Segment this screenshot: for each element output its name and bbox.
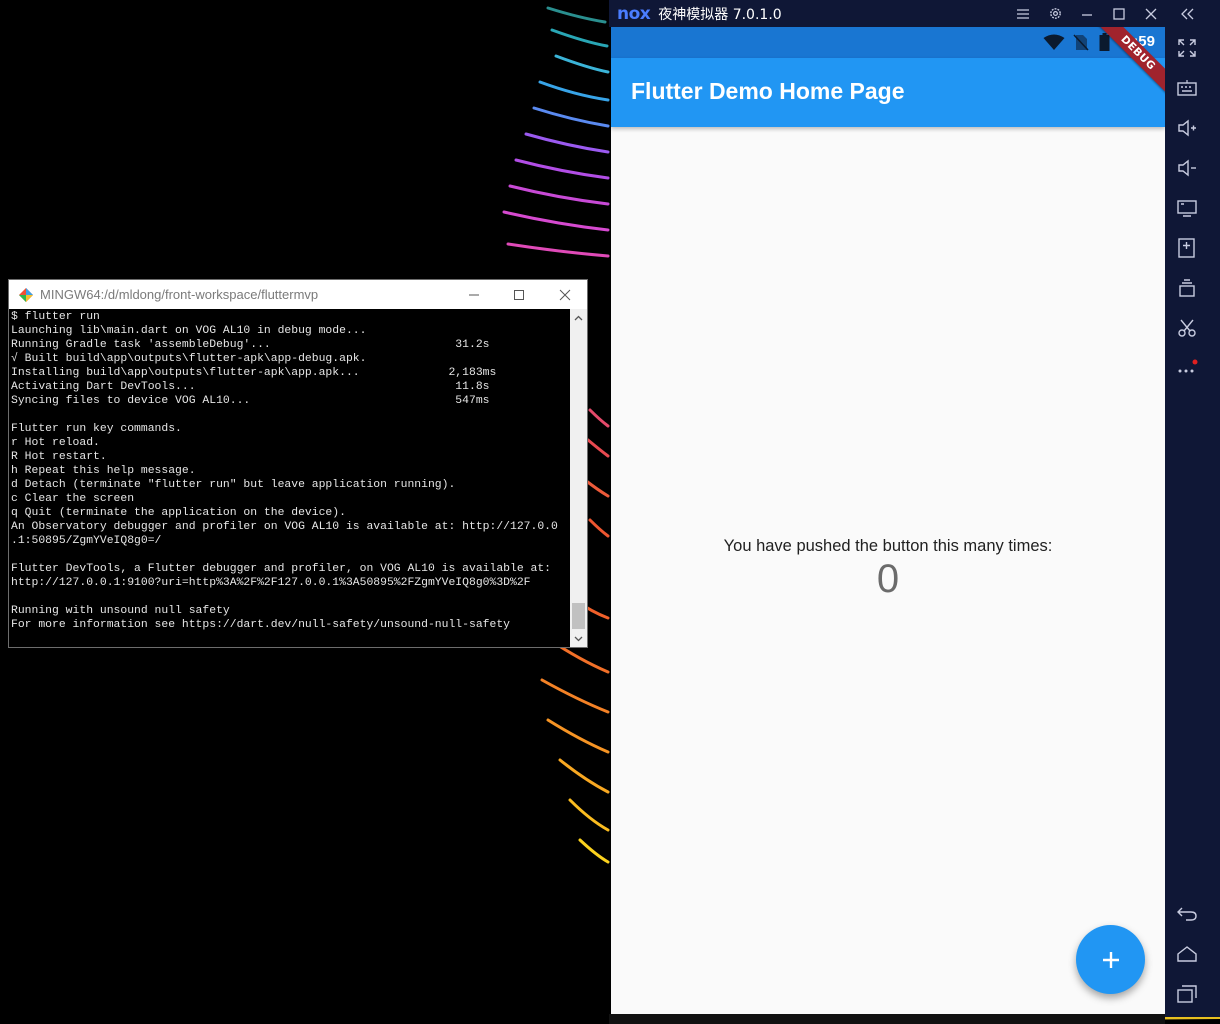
fullscreen-button[interactable] xyxy=(1173,34,1201,62)
chevron-down-icon xyxy=(574,636,583,641)
install-apk-icon xyxy=(1178,238,1195,258)
multi-instance-icon xyxy=(1179,279,1195,297)
terminal-scrollbar[interactable] xyxy=(570,309,587,647)
terminal-line: r Hot reload. xyxy=(11,437,100,449)
keyboard-button[interactable] xyxy=(1173,74,1201,102)
minimize-button[interactable] xyxy=(451,280,497,309)
terminal-output[interactable]: $ flutter run Launching lib\main.dart on … xyxy=(9,309,569,647)
terminal-line: Running with unsound null safety xyxy=(11,605,230,617)
scroll-down-arrow[interactable] xyxy=(570,630,587,647)
screenshot-button[interactable] xyxy=(1173,314,1201,342)
terminal-line: http://127.0.0.1:9100?uri=http%3A%2F%2F1… xyxy=(11,577,531,589)
nox-titlebar[interactable]: nox 夜神模拟器 7.0.1.0 xyxy=(609,0,1220,27)
terminal-window[interactable]: MINGW64:/d/mldong/front-workspace/flutte… xyxy=(8,279,588,648)
close-icon xyxy=(1145,8,1157,19)
chevron-up-icon xyxy=(574,315,583,320)
close-button[interactable] xyxy=(542,280,588,309)
back-button[interactable] xyxy=(1173,900,1201,928)
more-button[interactable] xyxy=(1173,354,1201,382)
maximize-icon xyxy=(514,289,524,300)
screenshot-scissors-icon xyxy=(1178,319,1196,337)
terminal-titlebar[interactable]: MINGW64:/d/mldong/front-workspace/flutte… xyxy=(9,280,587,309)
terminal-line: Running Gradle task 'assembleDebug'... 3… xyxy=(11,339,490,351)
screen-icon xyxy=(1177,200,1197,217)
volume-down-button[interactable] xyxy=(1173,154,1201,182)
maximize-button[interactable] xyxy=(496,280,542,309)
nox-close-button[interactable] xyxy=(1135,0,1167,27)
nox-settings-button[interactable] xyxy=(1039,0,1071,27)
increment-fab-button[interactable] xyxy=(1076,925,1145,994)
terminal-line: Syncing files to device VOG AL10... 547m… xyxy=(11,395,490,407)
scroll-thumb[interactable] xyxy=(572,603,585,629)
volume-up-icon xyxy=(1178,119,1196,137)
terminal-line: $ flutter run xyxy=(11,311,100,323)
more-icon xyxy=(1178,359,1198,373)
nox-logo: nox xyxy=(617,3,651,24)
terminal-line: Activating Dart DevTools... 11.8s xyxy=(11,381,490,393)
terminal-line: Launching lib\main.dart on VOG AL10 in d… xyxy=(11,325,367,337)
nox-title: 夜神模拟器 7.0.1.0 xyxy=(658,6,782,23)
page-title: Flutter Demo Home Page xyxy=(631,78,905,104)
fullscreen-icon xyxy=(1178,39,1196,57)
counter-value: 0 xyxy=(876,557,900,601)
terminal-line: d Detach (terminate "flutter run" but le… xyxy=(11,479,456,491)
nox-collapse-sidebar-button[interactable] xyxy=(1171,0,1203,27)
nox-maximize-button[interactable] xyxy=(1103,0,1135,27)
menu-icon xyxy=(1017,8,1029,19)
nox-menu-button[interactable] xyxy=(1007,0,1039,27)
recents-icon xyxy=(1177,985,1197,1003)
terminal-line: Installing build\app\outputs\flutter-apk… xyxy=(11,367,497,379)
home-button[interactable] xyxy=(1173,940,1201,968)
terminal-line: .1:50895/ZgmYVeIQ8g0=/ xyxy=(11,535,162,547)
volume-up-button[interactable] xyxy=(1173,114,1201,142)
screen-button[interactable] xyxy=(1173,194,1201,222)
terminal-line: h Repeat this help message. xyxy=(11,465,196,477)
plus-icon xyxy=(1102,951,1119,968)
terminal-line: Flutter run key commands. xyxy=(11,423,182,435)
nox-minimize-button[interactable] xyxy=(1071,0,1103,27)
keyboard-icon xyxy=(1177,80,1197,96)
double-chevron-left-icon xyxy=(1181,8,1194,19)
back-icon xyxy=(1177,907,1197,921)
counter-message: You have pushed the button this many tim… xyxy=(723,537,1053,555)
maximize-icon xyxy=(1113,7,1125,20)
terminal-line: For more information see https://dart.de… xyxy=(11,619,510,631)
minimize-icon xyxy=(1082,13,1092,16)
terminal-line: Flutter DevTools, a Flutter debugger and… xyxy=(11,563,552,575)
wifi-icon xyxy=(1043,34,1065,50)
battery-icon xyxy=(1099,33,1110,51)
close-icon xyxy=(559,289,571,300)
terminal-line: c Clear the screen xyxy=(11,493,135,505)
minimize-icon xyxy=(469,294,479,295)
terminal-line: An Observatory debugger and profiler on … xyxy=(11,521,558,533)
status-bar: 4:59 xyxy=(611,27,1165,58)
multi-instance-button[interactable] xyxy=(1173,274,1201,302)
gear-icon xyxy=(1049,8,1061,19)
scroll-up-arrow[interactable] xyxy=(570,309,587,326)
nox-sidebar xyxy=(1165,27,1220,1017)
app-bar: Flutter Demo Home Page xyxy=(611,58,1165,127)
git-bash-icon xyxy=(19,287,33,302)
recents-button[interactable] xyxy=(1173,980,1201,1008)
android-screen[interactable]: 4:59 Flutter Demo Home Page DEBUG You ha… xyxy=(611,27,1165,1014)
terminal-line: √ Built build\app\outputs\flutter-apk\ap… xyxy=(11,353,367,365)
install-apk-button[interactable] xyxy=(1173,234,1201,262)
emulator-bottom-edge xyxy=(609,1014,1165,1024)
terminal-title: MINGW64:/d/mldong/front-workspace/flutte… xyxy=(40,287,319,302)
terminal-line: q Quit (terminate the application on the… xyxy=(11,507,346,519)
volume-down-icon xyxy=(1178,159,1196,177)
home-icon xyxy=(1177,946,1197,962)
terminal-line: R Hot restart. xyxy=(11,451,107,463)
no-sim-icon xyxy=(1073,34,1089,51)
